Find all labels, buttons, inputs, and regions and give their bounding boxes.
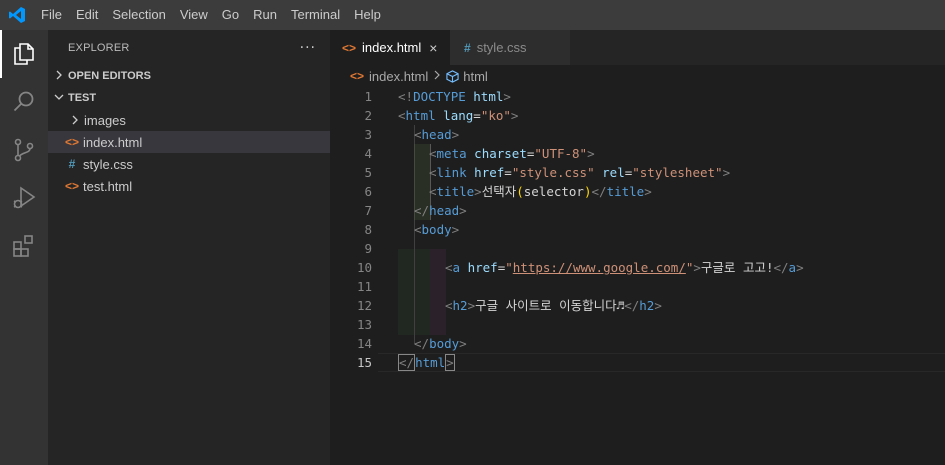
tab-index-html[interactable]: <> index.html ×	[330, 30, 450, 65]
code-line: 2 <html lang="ko">	[330, 106, 945, 125]
breadcrumb: <> index.html html	[330, 65, 945, 87]
html-file-icon: <>	[64, 179, 79, 193]
tree-item-label: index.html	[83, 134, 143, 150]
code-text: </head>	[414, 203, 467, 218]
code-line: 1 <!DOCTYPE html>	[330, 87, 945, 106]
code-line: 5 <link href="style.css" rel="stylesheet…	[330, 163, 945, 182]
menu-file[interactable]: File	[34, 0, 69, 30]
files-icon[interactable]	[0, 30, 48, 78]
extensions-icon[interactable]	[0, 222, 48, 270]
line-number: 11	[356, 279, 372, 294]
tab-label: index.html	[362, 40, 422, 55]
explorer-header: EXPLORER ···	[48, 30, 330, 65]
menu-selection[interactable]: Selection	[105, 0, 172, 30]
menu-help[interactable]: Help	[347, 0, 388, 30]
tree-item-index-html[interactable]: <> index.html	[48, 131, 330, 153]
tree-item-test-html[interactable]: <> test.html	[48, 175, 330, 197]
folder-section[interactable]: TEST	[48, 87, 330, 109]
code-text: <a href="https://www.google.com/">구글로 고고…	[445, 260, 804, 275]
code-line: 13	[330, 315, 945, 334]
source-control-icon[interactable]	[0, 126, 48, 174]
code-line: 9	[330, 239, 945, 258]
code-line: 10 <a href="https://www.google.com/">구글로…	[330, 258, 945, 277]
code-editor[interactable]: 1 <!DOCTYPE html> 2 <html lang="ko"> 3 <…	[330, 87, 945, 465]
menu-view[interactable]: View	[173, 0, 215, 30]
explorer-title: EXPLORER	[68, 41, 130, 54]
tab-bar: <> index.html × # style.css	[330, 30, 945, 65]
open-editors-label: OPEN EDITORS	[68, 70, 151, 82]
run-debug-icon[interactable]	[0, 174, 48, 222]
css-file-icon: #	[464, 40, 471, 55]
code-text: <body>	[414, 222, 460, 237]
code-text: <title>선택자(selector)</title>	[429, 184, 652, 199]
code-line: 8 <body>	[330, 220, 945, 239]
code-line: 7 </head>	[330, 201, 945, 220]
tab-style-css[interactable]: # style.css	[450, 30, 570, 65]
code-text: </html>	[398, 354, 455, 371]
vscode-logo-icon	[0, 0, 34, 30]
search-icon[interactable]	[0, 78, 48, 126]
close-icon[interactable]: ×	[429, 40, 437, 56]
code-line: 4 <meta charset="UTF-8">	[330, 144, 945, 163]
tree-item-label: images	[84, 112, 126, 128]
matched-bracket: </	[398, 354, 416, 371]
vscode-window: File Edit Selection View Go Run Terminal…	[0, 0, 945, 465]
matched-bracket: >	[445, 354, 455, 371]
tree-item-label: style.css	[83, 156, 133, 172]
line-number: 10	[356, 260, 372, 275]
chevron-down-icon	[54, 92, 68, 105]
breadcrumb-element[interactable]: html	[463, 69, 488, 84]
line-number: 9	[364, 241, 372, 256]
menu-terminal[interactable]: Terminal	[284, 0, 347, 30]
open-editors-section[interactable]: OPEN EDITORS	[48, 65, 330, 87]
tree-item-label: test.html	[83, 178, 133, 194]
css-file-icon: #	[68, 157, 76, 171]
code-text: <link href="style.css" rel="stylesheet">	[429, 165, 731, 180]
line-number: 15	[356, 355, 372, 370]
more-actions-icon[interactable]: ···	[300, 40, 316, 56]
line-number: 2	[364, 108, 372, 123]
chevron-right-icon	[66, 115, 84, 125]
chevron-right-icon	[54, 70, 68, 83]
title-bar: File Edit Selection View Go Run Terminal…	[0, 0, 945, 30]
code-text: <h2>구글 사이트로 이동합니다♬</h2>	[445, 298, 662, 313]
breadcrumb-file[interactable]: index.html	[369, 69, 428, 84]
html-file-icon: <>	[342, 40, 357, 55]
code-line: 3 <head>	[330, 125, 945, 144]
code-line: 6 <title>선택자(selector)</title>	[330, 182, 945, 201]
line-number: 5	[364, 165, 372, 180]
menu-edit[interactable]: Edit	[69, 0, 105, 30]
menu-go[interactable]: Go	[215, 0, 246, 30]
activity-bar	[0, 30, 48, 465]
line-number: 4	[364, 146, 372, 161]
line-number: 13	[356, 317, 372, 332]
line-number: 3	[364, 127, 372, 142]
html-file-icon: <>	[64, 135, 79, 149]
code-line: 12 <h2>구글 사이트로 이동합니다♬</h2>	[330, 296, 945, 315]
explorer-sidebar: EXPLORER ··· OPEN EDITORS TEST images <>…	[48, 30, 330, 465]
code-line: 14 </body>	[330, 334, 945, 353]
code-text: </body>	[414, 336, 467, 351]
link-url: https://www.google.com/	[512, 260, 686, 275]
line-number: 7	[364, 203, 372, 218]
line-number: 1	[364, 89, 372, 104]
menu-run[interactable]: Run	[246, 0, 284, 30]
code-text: <meta charset="UTF-8">	[429, 146, 595, 161]
code-text: <html lang="ko">	[398, 108, 519, 123]
tab-label: style.css	[476, 40, 527, 55]
code-line: 15 </html>	[330, 353, 945, 372]
html-file-icon: <>	[350, 69, 365, 83]
folder-label: TEST	[68, 92, 97, 104]
code-text: <!DOCTYPE html>	[398, 89, 511, 104]
line-number: 8	[364, 222, 372, 237]
code-line: 11	[330, 277, 945, 296]
line-number: 14	[356, 336, 372, 351]
cube-icon	[446, 69, 459, 83]
line-number: 12	[356, 298, 372, 313]
chevron-right-icon	[433, 70, 441, 83]
line-number: 6	[364, 184, 372, 199]
tree-item-style-css[interactable]: # style.css	[48, 153, 330, 175]
code-text: <head>	[414, 127, 460, 142]
tree-item-images[interactable]: images	[48, 109, 330, 131]
